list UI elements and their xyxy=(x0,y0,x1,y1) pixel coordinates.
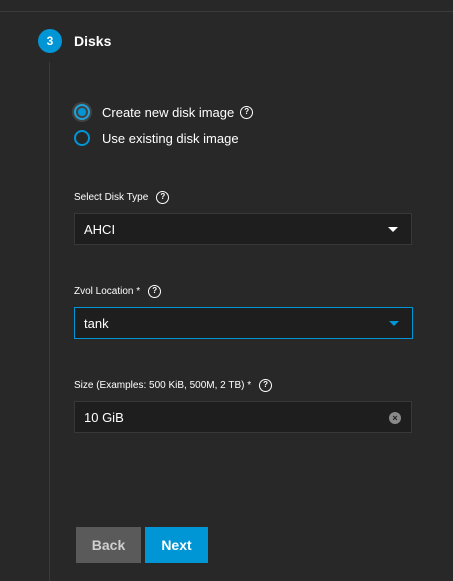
radio-create-new-disk-image[interactable]: Create new disk image ? xyxy=(72,102,254,122)
stepper-line xyxy=(49,62,50,581)
disk-type-label: Select Disk Type ? xyxy=(74,189,170,205)
help-icon[interactable]: ? xyxy=(148,284,162,298)
next-button[interactable]: Next xyxy=(145,527,208,563)
radio-unchecked-icon[interactable] xyxy=(74,130,90,146)
help-icon[interactable]: ? xyxy=(259,378,273,392)
step-title: Disks xyxy=(74,33,112,49)
chevron-down-icon xyxy=(388,227,398,232)
clear-icon[interactable]: × xyxy=(389,412,401,424)
radio-label-create-new: Create new disk image xyxy=(102,104,235,120)
help-icon[interactable]: ? xyxy=(240,105,254,119)
step-header: 3 Disks xyxy=(38,28,111,54)
radio-label-use-existing: Use existing disk image xyxy=(102,130,239,146)
help-icon[interactable]: ? xyxy=(156,190,170,204)
radio-use-existing-disk-image[interactable]: Use existing disk image xyxy=(74,128,239,148)
zvol-location-value: tank xyxy=(84,315,109,331)
chevron-down-icon xyxy=(389,321,399,326)
zvol-location-label-text: Zvol Location * xyxy=(74,285,141,297)
zvol-location-select[interactable]: tank xyxy=(74,307,413,339)
step-number-badge: 3 xyxy=(38,29,62,53)
top-divider xyxy=(0,0,453,12)
size-input[interactable]: 10 GiB × xyxy=(74,401,412,433)
disk-type-select[interactable]: AHCI xyxy=(74,213,412,245)
size-label-text: Size (Examples: 500 KiB, 500M, 2 TB) * xyxy=(74,379,252,391)
radio-checked-icon[interactable] xyxy=(72,102,92,122)
disk-type-value: AHCI xyxy=(84,221,116,237)
disk-type-label-text: Select Disk Type xyxy=(74,191,149,203)
size-label: Size (Examples: 500 KiB, 500M, 2 TB) * ? xyxy=(74,377,273,393)
size-value[interactable]: 10 GiB xyxy=(84,410,124,425)
zvol-location-label: Zvol Location * ? xyxy=(74,283,162,299)
back-button[interactable]: Back xyxy=(76,527,141,563)
